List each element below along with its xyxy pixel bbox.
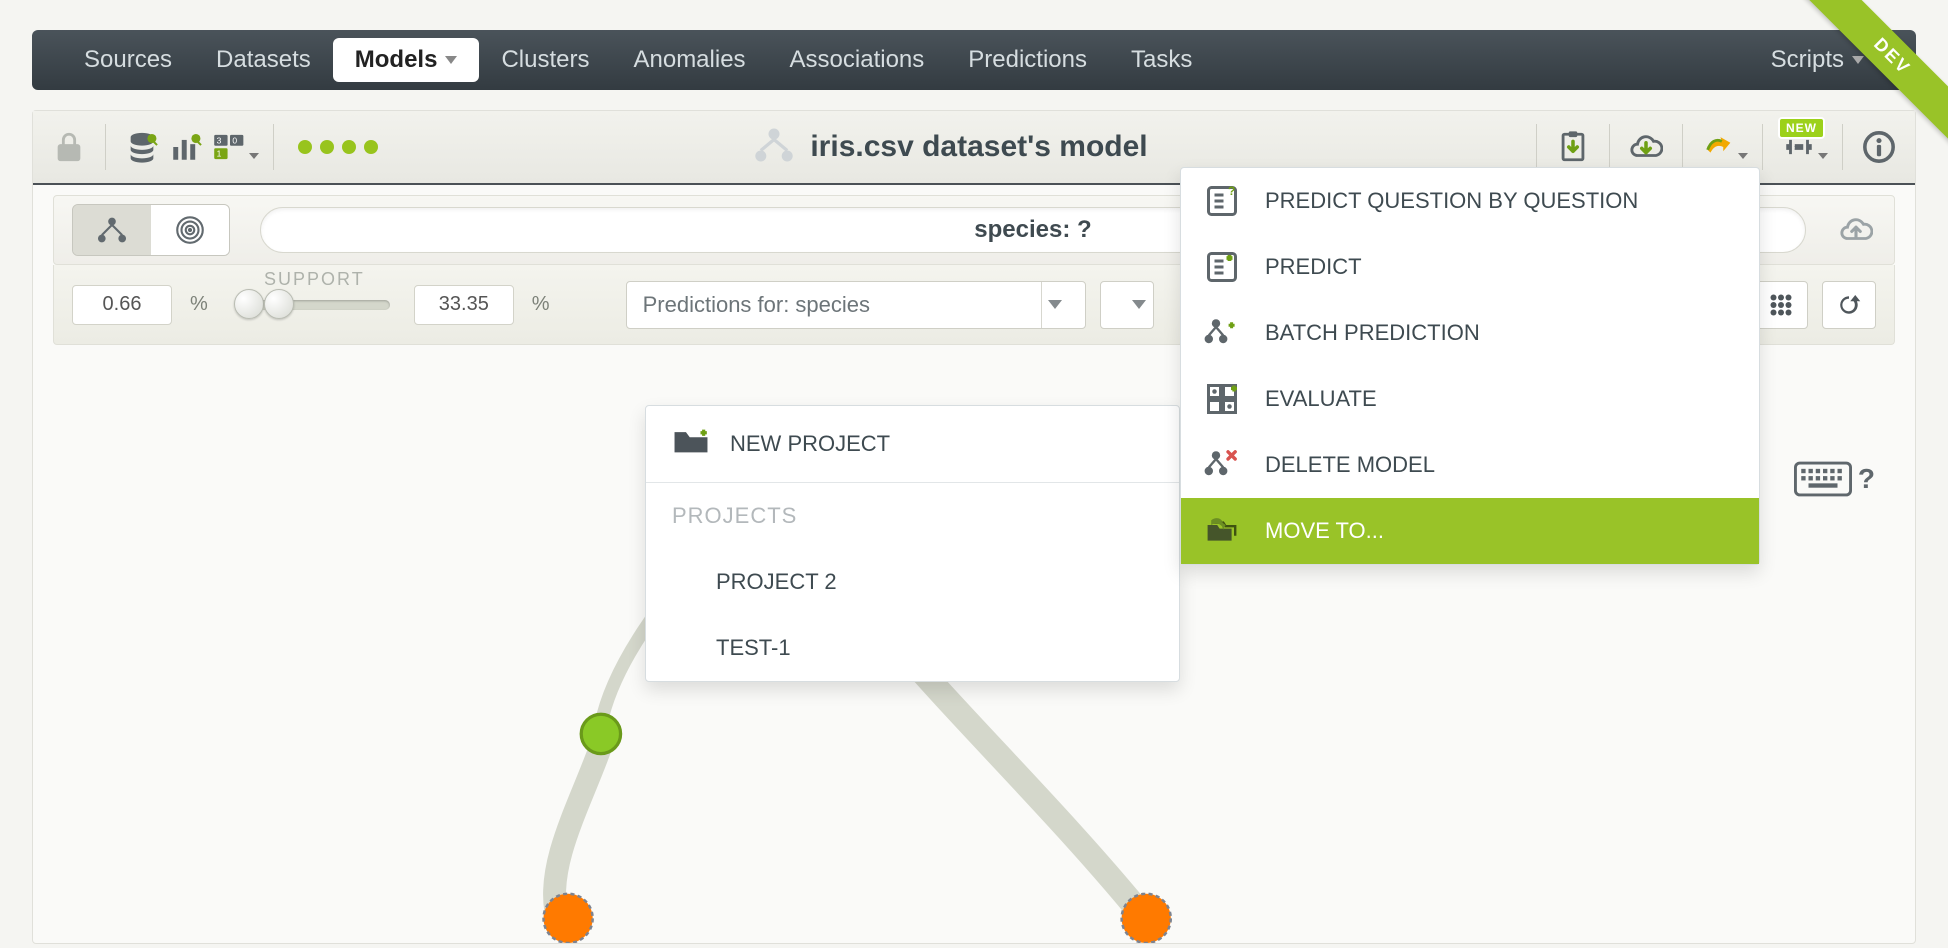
delete-icon [1203, 446, 1241, 484]
nav-models[interactable]: Models [333, 38, 480, 82]
grid-view-button[interactable] [1754, 281, 1808, 329]
model-tree-icon [752, 125, 796, 170]
tree-view-button[interactable] [73, 205, 151, 255]
dev-ribbon: DEV [1798, 0, 1948, 150]
evaluate-icon [1203, 380, 1241, 418]
menu-delete-model[interactable]: DELETE MODEL [1181, 432, 1759, 498]
percent-label: % [532, 293, 550, 316]
nav-clusters[interactable]: Clusters [479, 38, 611, 82]
dataset-search-icon[interactable] [120, 125, 164, 169]
nav-predictions[interactable]: Predictions [946, 38, 1109, 82]
support-max-input[interactable]: 33.35 [414, 285, 514, 325]
predict-q-icon: ? [1203, 182, 1241, 220]
batch-icon [1203, 314, 1241, 352]
top-nav: Sources Datasets Models Clusters Anomali… [32, 30, 1916, 90]
cloud-upload-icon[interactable] [1836, 210, 1876, 250]
projects-menu: NEW PROJECT PROJECTS PROJECT 2 TEST-1 [645, 405, 1180, 682]
menu-item-label: PREDICT [1265, 254, 1362, 280]
menu-evaluate[interactable]: EVALUATE [1181, 366, 1759, 432]
nav-anomalies[interactable]: Anomalies [611, 38, 767, 82]
menu-item-label: BATCH PREDICTION [1265, 320, 1480, 346]
menu-item-label: PREDICT QUESTION BY QUESTION [1265, 188, 1638, 214]
sunburst-view-button[interactable] [151, 205, 229, 255]
predictions-dropdown-label: Predictions for: species [643, 292, 870, 318]
titlebar-left-tools: 3 10 [47, 124, 378, 170]
menu-item-label: NEW PROJECT [730, 431, 890, 457]
view-toggle [72, 204, 230, 256]
title-center: iris.csv dataset's model [378, 125, 1522, 170]
slider-thumb-max[interactable] [264, 289, 294, 319]
projects-section-label: PROJECTS [646, 483, 1179, 549]
histogram-search-icon[interactable] [164, 125, 208, 169]
nav-models-label: Models [355, 46, 438, 74]
actions-menu: ? PREDICT QUESTION BY QUESTION PREDICT B… [1180, 167, 1760, 565]
nav-tasks[interactable]: Tasks [1109, 38, 1214, 82]
move-icon [1203, 512, 1241, 550]
nav-datasets[interactable]: Datasets [194, 38, 333, 82]
percent-label: % [190, 293, 208, 316]
dev-ribbon-label: DEV [1801, 0, 1948, 147]
page-title: iris.csv dataset's model [810, 130, 1147, 164]
nav-associations[interactable]: Associations [768, 38, 947, 82]
folder-plus-icon [672, 426, 710, 462]
svg-text:0: 0 [232, 135, 237, 145]
menu-new-project[interactable]: NEW PROJECT [646, 406, 1179, 482]
support-slider[interactable] [240, 300, 390, 310]
project-item-label: TEST-1 [716, 635, 791, 661]
menu-predict[interactable]: PREDICT [1181, 234, 1759, 300]
predict-icon [1203, 248, 1241, 286]
menu-item-label: EVALUATE [1265, 386, 1377, 412]
predictions-dropdown[interactable]: Predictions for: species [626, 281, 1086, 329]
support-label: SUPPORT [264, 269, 365, 290]
lock-icon[interactable] [47, 125, 91, 169]
svg-text:3: 3 [217, 135, 222, 145]
nav-sources[interactable]: Sources [62, 38, 194, 82]
configure-model-icon[interactable]: 3 10 [208, 125, 252, 169]
project-item-1[interactable]: TEST-1 [646, 615, 1179, 681]
clipboard-download-icon[interactable] [1551, 125, 1595, 169]
chevron-down-icon [1041, 282, 1069, 328]
project-item-label: PROJECT 2 [716, 569, 837, 595]
menu-move-to[interactable]: MOVE TO... [1181, 498, 1759, 564]
svg-text:1: 1 [217, 149, 222, 159]
project-item-0[interactable]: PROJECT 2 [646, 549, 1179, 615]
cloud-download-icon[interactable] [1624, 125, 1668, 169]
status-dots [298, 140, 378, 154]
menu-item-label: DELETE MODEL [1265, 452, 1435, 478]
slider-thumb-min[interactable] [234, 289, 264, 319]
secondary-dropdown[interactable] [1100, 281, 1154, 329]
chevron-down-icon [1125, 282, 1153, 328]
actions-menu-button[interactable] [1697, 125, 1741, 169]
refresh-button[interactable] [1822, 281, 1876, 329]
chevron-down-icon [445, 56, 457, 64]
support-min-input[interactable]: 0.66 [72, 285, 172, 325]
menu-item-label: MOVE TO... [1265, 518, 1384, 544]
svg-text:?: ? [1228, 184, 1235, 198]
prediction-path-text: species: ? [974, 216, 1091, 244]
menu-predict-question[interactable]: ? PREDICT QUESTION BY QUESTION [1181, 168, 1759, 234]
menu-batch-prediction[interactable]: BATCH PREDICTION [1181, 300, 1759, 366]
